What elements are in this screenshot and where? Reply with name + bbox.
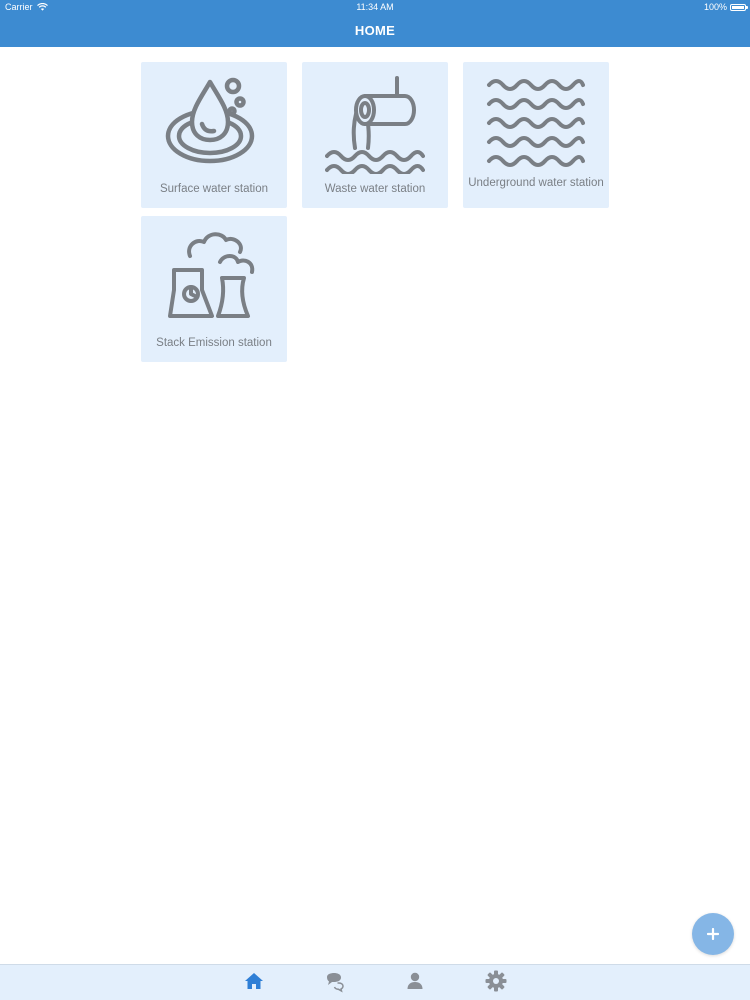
status-time: 11:34 AM [356,2,394,12]
tab-settings[interactable] [484,969,508,993]
station-tile-stack-emission[interactable]: Stack Emission station [141,216,287,362]
waves-icon [487,79,585,167]
tab-chat[interactable] [322,969,346,993]
add-button[interactable] [692,913,734,955]
tab-bar [0,964,750,1000]
station-tile-underground-water[interactable]: Underground water station [463,62,609,208]
station-label: Stack Emission station [156,337,272,349]
power-plant-icon [168,232,255,318]
home-icon [245,973,263,989]
battery-percent: 100% [703,2,727,12]
gear-icon [485,970,507,992]
status-bar: Carrier 11:34 AM 100% [0,0,750,15]
station-tile-waste-water[interactable]: Waste water station [302,62,448,208]
tab-profile[interactable] [403,969,427,993]
pipe-outflow-icon [325,76,425,174]
station-label: Underground water station [468,177,604,189]
station-label: Surface water station [159,183,269,195]
page-title: HOME [354,23,396,38]
navigation-bar: HOME [0,15,750,47]
status-right: 100% [703,2,748,12]
chat-icon [327,973,344,993]
user-icon [407,972,423,989]
station-tile-surface-water[interactable]: Surface water station [141,62,287,208]
battery-icon [730,3,748,11]
tab-home[interactable] [242,969,266,993]
water-drop-icon [165,77,255,164]
plus-icon [707,928,719,940]
station-label: Waste water station [324,183,426,195]
